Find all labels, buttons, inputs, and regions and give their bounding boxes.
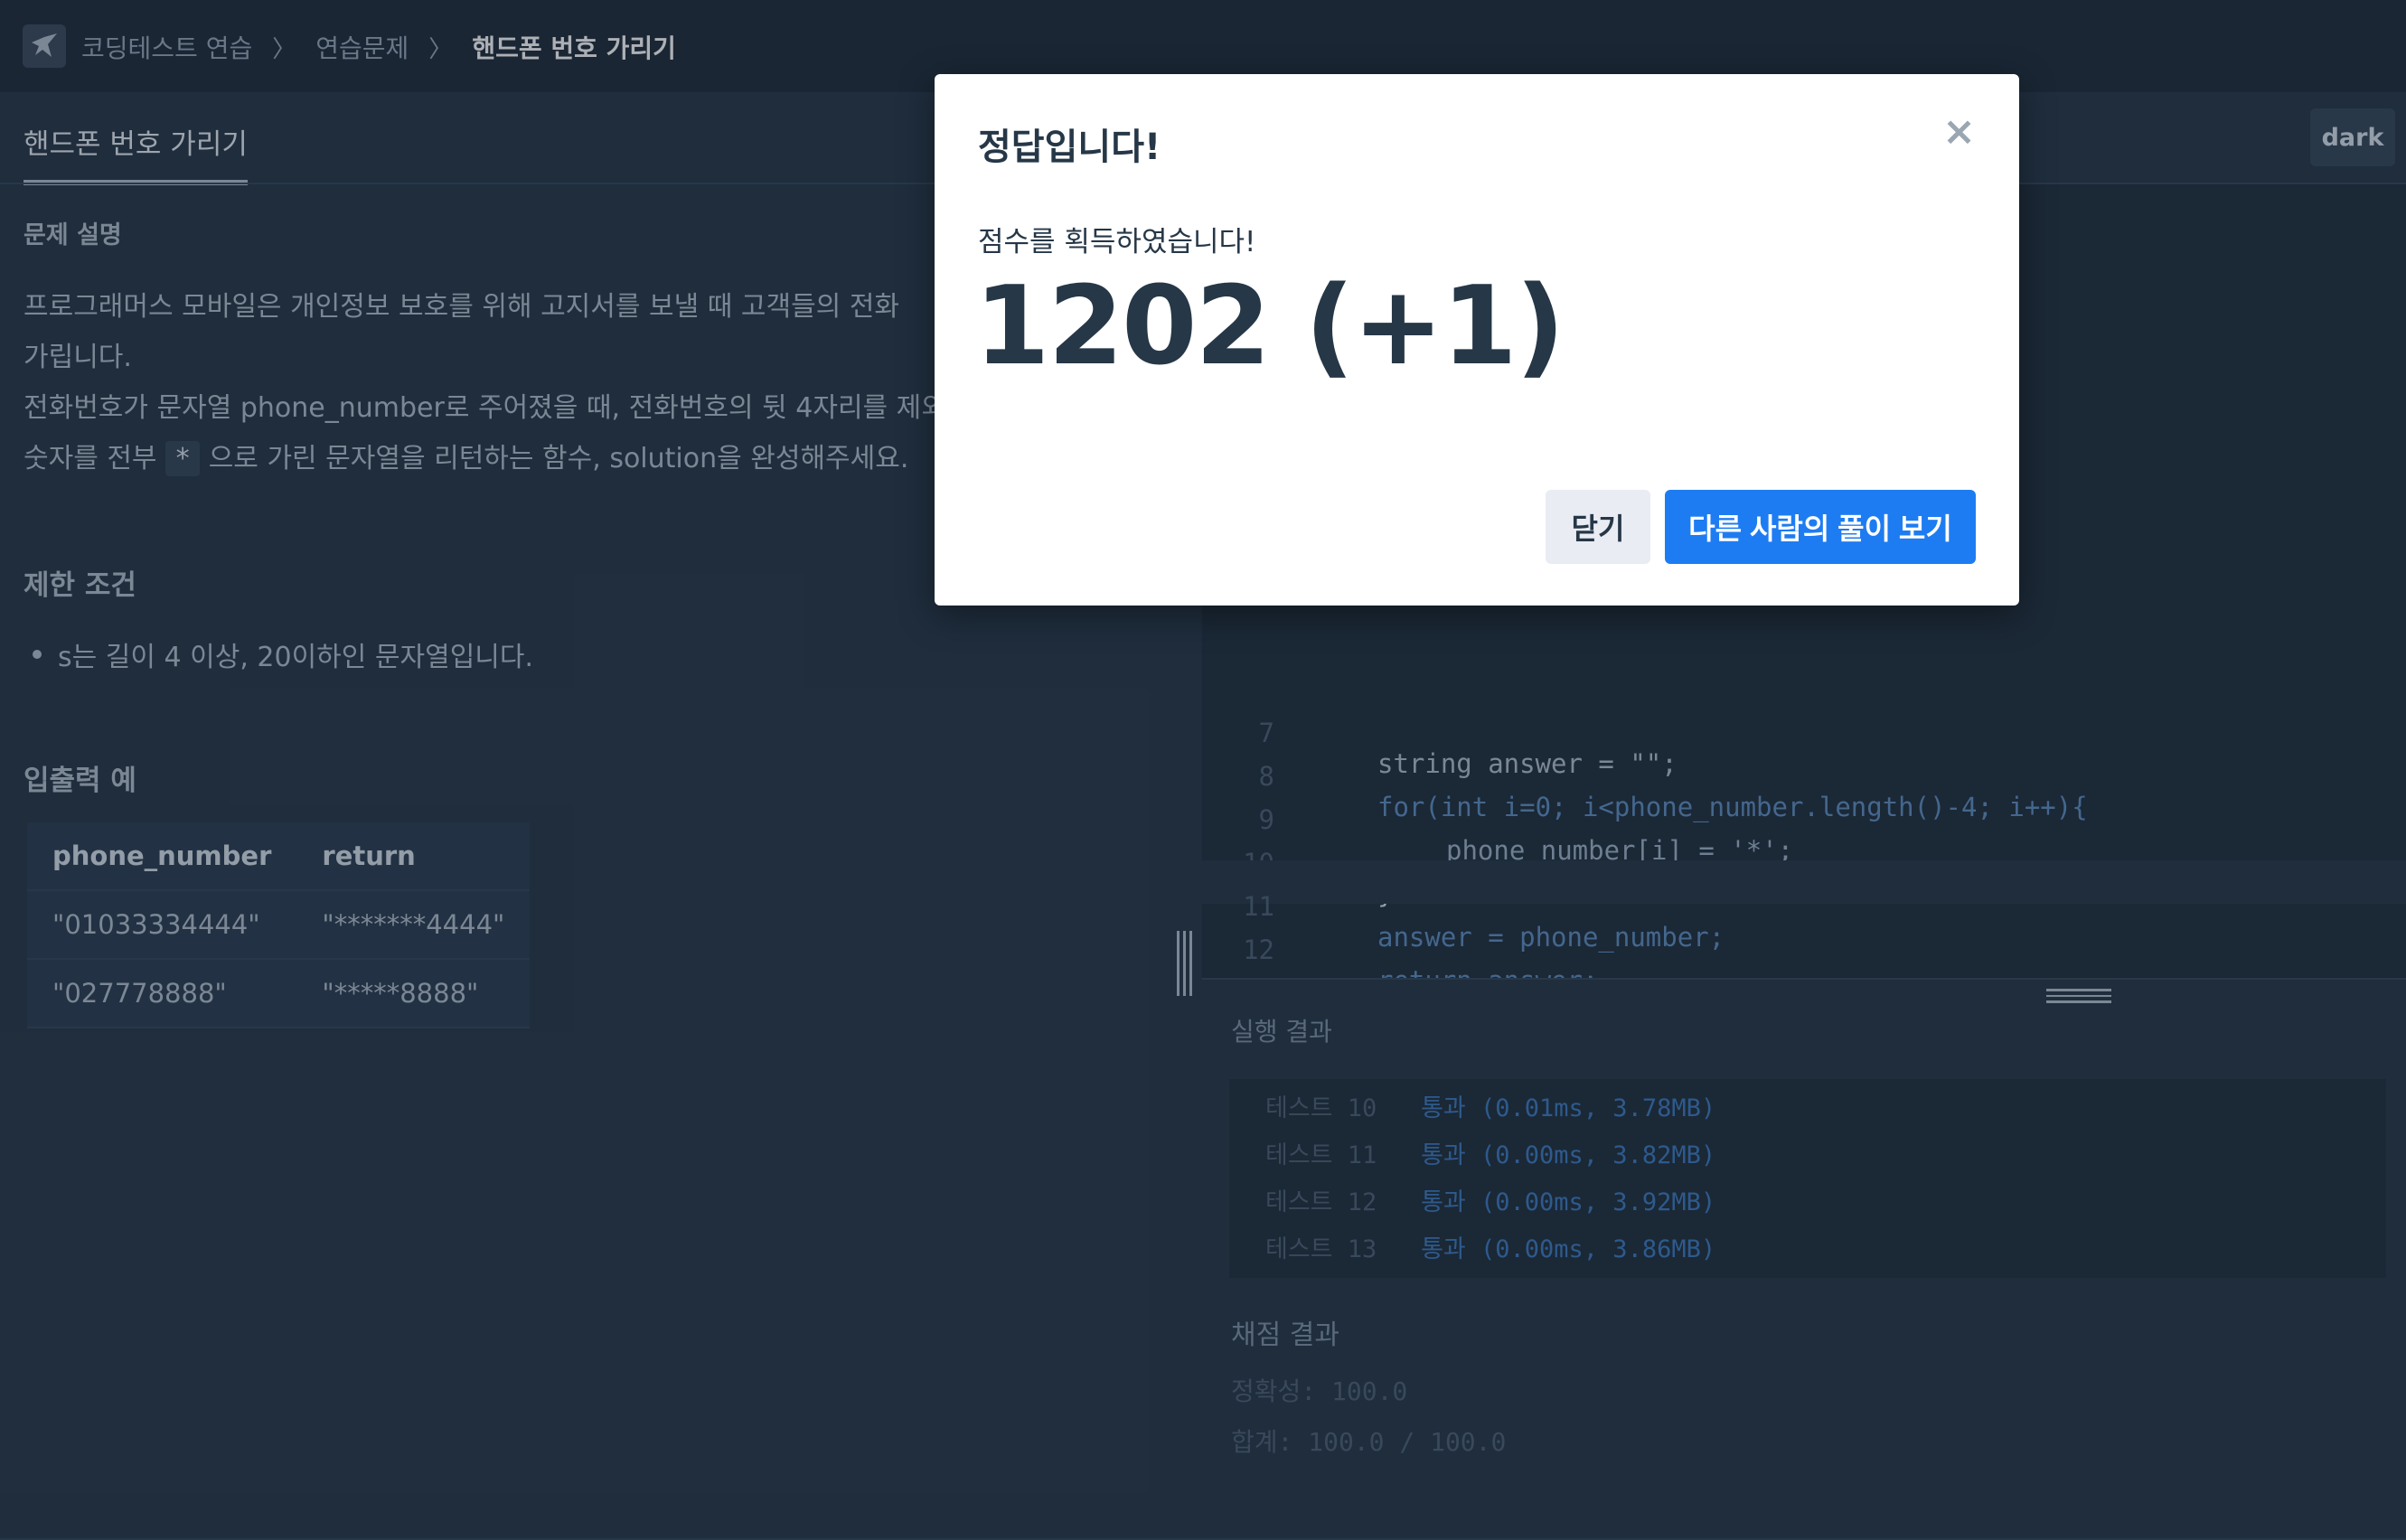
close-icon[interactable]: × [1942, 108, 1976, 155]
view-other-solutions-button[interactable]: 다른 사람의 풀이 보기 [1665, 490, 1976, 564]
score-display: 1202 (+1) [974, 264, 1565, 390]
modal-subtitle: 점수를 획득하였습니다! [978, 226, 1256, 258]
close-button[interactable]: 닫기 [1546, 490, 1650, 564]
modal-title: 정답입니다! [978, 127, 1161, 168]
success-modal: 정답입니다! × 점수를 획득하였습니다! 1202 (+1) 닫기 다른 사람… [935, 74, 2019, 606]
